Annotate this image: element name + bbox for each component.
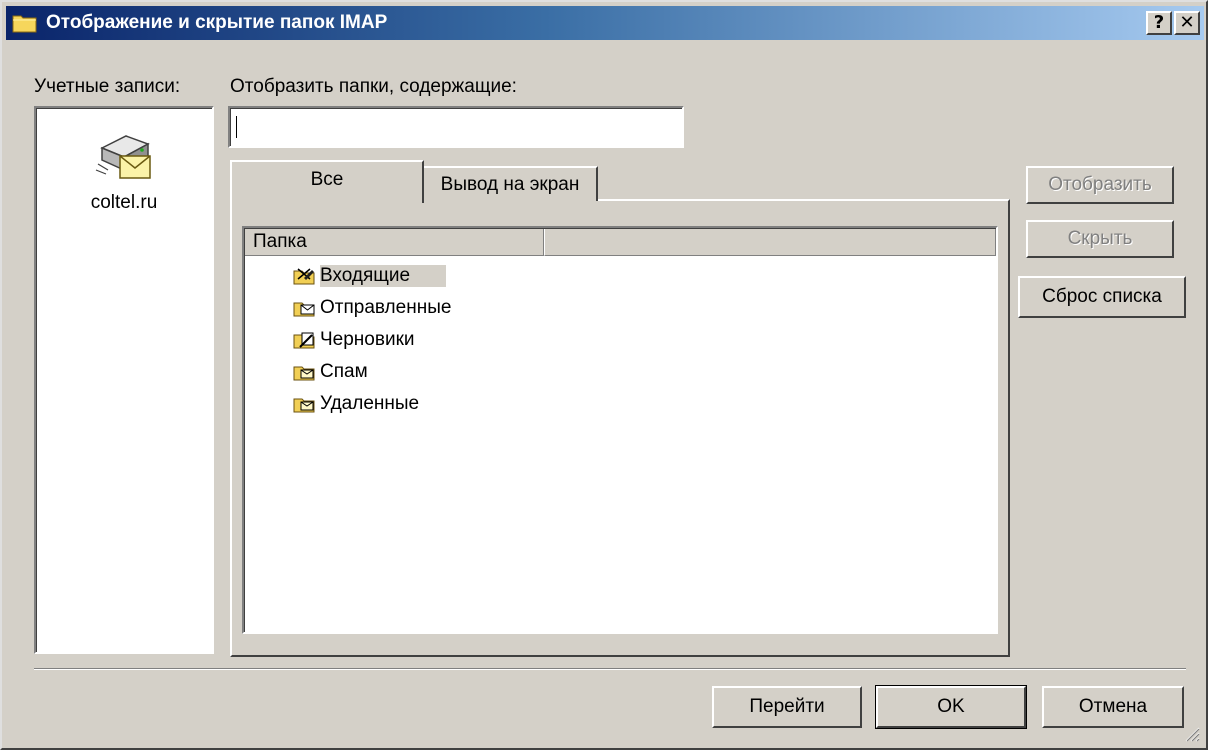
sent-folder-icon — [293, 302, 315, 317]
folder-icon — [12, 15, 37, 33]
folder-label: Черновики — [320, 329, 415, 350]
folder-list[interactable]: Папка Входящие Отправленные Черновики Сп… — [242, 226, 998, 634]
folder-row-inbox[interactable]: Входящие — [292, 260, 447, 292]
accounts-list[interactable]: coltel.ru — [34, 106, 214, 654]
dialog-window: Отображение и скрытие папок IMAP ? ✕ Уче… — [0, 0, 1208, 750]
show-button[interactable]: Отобразить — [1026, 166, 1174, 204]
mail-server-icon — [95, 135, 151, 179]
folder-row-drafts[interactable]: Черновики — [292, 324, 415, 356]
account-name: coltel.ru — [90, 192, 158, 213]
title-bar[interactable]: Отображение и скрытие папок IMAP ? ✕ — [6, 6, 1204, 40]
tab-display[interactable]: Вывод на экран — [422, 166, 598, 201]
folder-label: Спам — [320, 361, 368, 382]
filter-input[interactable] — [228, 106, 684, 148]
tab-all-label: Все — [310, 168, 344, 190]
hide-button[interactable]: Скрыть — [1026, 220, 1174, 258]
column-header-empty[interactable] — [544, 228, 996, 256]
reset-list-button[interactable]: Сброс списка — [1018, 276, 1186, 318]
tab-display-label: Вывод на экран — [440, 173, 580, 195]
folder-label: Входящие — [320, 265, 447, 287]
folder-label: Удаленные — [320, 393, 420, 414]
folder-row-spam[interactable]: Спам — [292, 356, 368, 388]
inbox-folder-icon — [293, 268, 315, 285]
window-title: Отображение и скрытие папок IMAP — [46, 12, 388, 33]
close-button[interactable]: ✕ — [1174, 11, 1200, 35]
column-header-folder[interactable]: Папка — [244, 228, 544, 256]
cancel-button[interactable]: Отмена — [1042, 686, 1184, 728]
text-caret — [236, 116, 237, 138]
footer-separator — [34, 668, 1186, 670]
ok-button[interactable]: OK — [875, 685, 1027, 729]
spam-folder-icon — [293, 366, 315, 381]
help-button[interactable]: ? — [1146, 11, 1172, 35]
accounts-label: Учетные записи: — [34, 76, 181, 97]
resize-grip-icon[interactable] — [1182, 724, 1200, 742]
folder-row-deleted[interactable]: Удаленные — [292, 388, 419, 420]
goto-button[interactable]: Перейти — [712, 686, 862, 728]
drafts-folder-icon — [293, 332, 315, 349]
deleted-folder-icon — [293, 398, 315, 413]
account-item[interactable]: coltel.ru — [36, 130, 212, 214]
folder-row-sent[interactable]: Отправленные — [292, 292, 451, 324]
filter-label: Отобразить папки, содержащие: — [230, 76, 517, 97]
folder-label: Отправленные — [320, 297, 452, 318]
tab-all[interactable]: Все — [230, 160, 424, 203]
